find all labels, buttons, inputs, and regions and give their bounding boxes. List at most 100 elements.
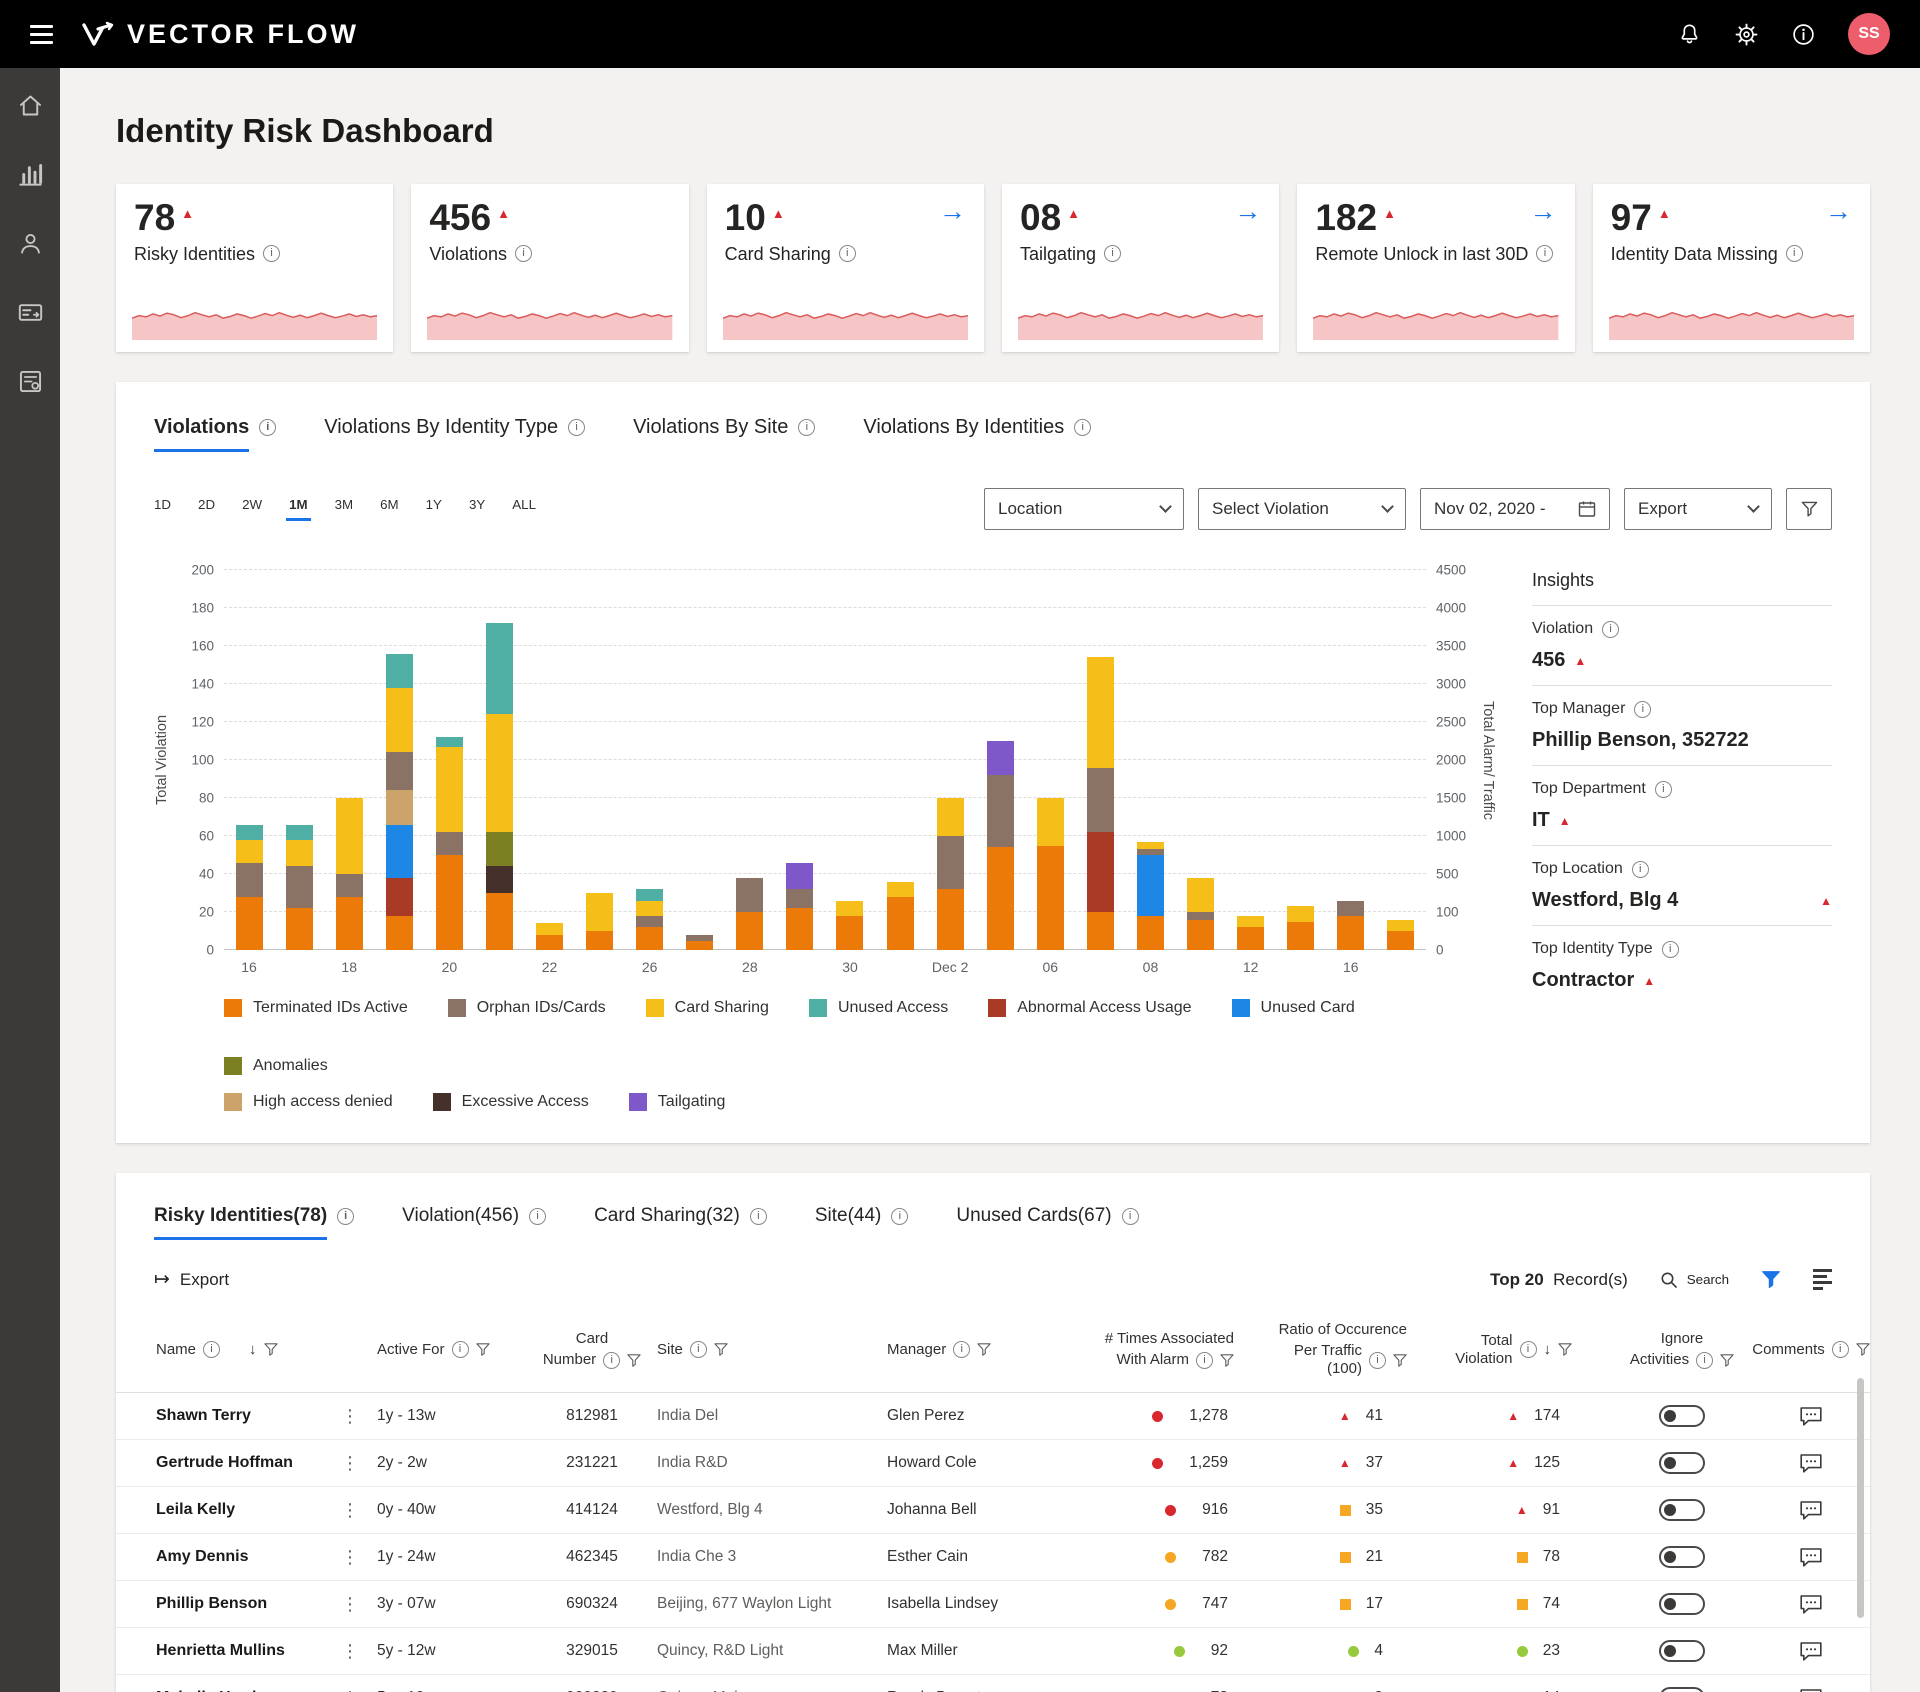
chart-filter-button[interactable] (1786, 488, 1832, 530)
kpi-card[interactable]: 456▲Violationsi (411, 184, 688, 352)
range-2d[interactable]: 2D (198, 497, 215, 521)
kpi-drilldown-arrow[interactable]: → (1234, 198, 1261, 225)
legend-item-tailgating[interactable]: Tailgating (629, 1093, 726, 1111)
sidebar-identities-icon[interactable] (17, 230, 44, 257)
bar-slot[interactable] (474, 623, 524, 950)
bar-slot[interactable] (1276, 906, 1326, 950)
bar-slot[interactable] (1326, 901, 1376, 950)
info-icon[interactable]: i (839, 245, 856, 262)
kpi-card[interactable]: 182▲→Remote Unlock in last 30Di (1297, 184, 1574, 352)
info-icon[interactable]: i (1520, 1341, 1537, 1358)
bar-slot[interactable] (875, 882, 925, 950)
kebab-menu-icon[interactable]: ⋮ (341, 1688, 377, 1692)
tab-site-44[interactable]: Site(44)i (815, 1205, 909, 1240)
info-icon[interactable]: i (1655, 781, 1672, 798)
info-icon[interactable]: i (1196, 1352, 1213, 1369)
range-6m[interactable]: 6M (380, 497, 399, 521)
info-icon[interactable]: i (891, 1208, 908, 1225)
comment-icon[interactable] (1799, 1688, 1823, 1692)
table-filter-button[interactable] (1761, 1270, 1781, 1289)
bar-slot[interactable] (975, 741, 1025, 950)
tab-violation-456[interactable]: Violation(456)i (402, 1205, 546, 1240)
info-icon[interactable]: i (1662, 941, 1679, 958)
sort-desc-icon[interactable]: ↓ (1544, 1341, 1552, 1359)
comment-icon[interactable] (1799, 1500, 1823, 1521)
info-icon[interactable]: i (263, 245, 280, 262)
bar-slot[interactable] (524, 923, 574, 950)
range-1d[interactable]: 1D (154, 497, 171, 521)
kpi-card[interactable]: 10▲→Card Sharingi (707, 184, 984, 352)
sidebar-home-icon[interactable] (17, 92, 44, 119)
kebab-menu-icon[interactable]: ⋮ (341, 1641, 377, 1662)
violation-select[interactable]: Select Violation (1198, 488, 1406, 530)
export-select[interactable]: Export (1624, 488, 1772, 530)
bar-slot[interactable] (1125, 842, 1175, 950)
filter-funnel-icon[interactable] (264, 1343, 278, 1356)
bar-slot[interactable] (925, 798, 975, 950)
info-icon[interactable]: i (452, 1341, 469, 1358)
sidebar-audit-icon[interactable] (17, 368, 44, 395)
export-button[interactable]: ↦ Export (154, 1268, 229, 1291)
legend-item-high_access[interactable]: High access denied (224, 1093, 393, 1111)
bar-slot[interactable] (1025, 798, 1075, 950)
ignore-activities-toggle[interactable] (1659, 1405, 1705, 1427)
filter-funnel-icon[interactable] (476, 1343, 490, 1356)
bar-slot[interactable] (825, 901, 875, 950)
kpi-card[interactable]: 78▲Risky Identitiesi (116, 184, 393, 352)
range-all[interactable]: ALL (512, 497, 536, 521)
ignore-activities-toggle[interactable] (1659, 1593, 1705, 1615)
tab-violations[interactable]: Violationsi (154, 416, 276, 452)
legend-item-orphan[interactable]: Orphan IDs/Cards (448, 999, 606, 1017)
date-picker[interactable]: Nov 02, 2020 - (1420, 488, 1610, 530)
notifications-bell-icon[interactable] (1677, 22, 1702, 47)
ignore-activities-toggle[interactable] (1659, 1499, 1705, 1521)
info-icon[interactable]: i (1602, 621, 1619, 638)
legend-item-abnormal[interactable]: Abnormal Access Usage (988, 999, 1191, 1017)
filter-funnel-icon[interactable] (1856, 1343, 1870, 1356)
kebab-menu-icon[interactable]: ⋮ (341, 1594, 377, 1615)
sidebar-analytics-icon[interactable] (17, 161, 44, 188)
info-icon[interactable]: i (750, 1208, 767, 1225)
ignore-activities-toggle[interactable] (1659, 1687, 1705, 1692)
ignore-activities-toggle[interactable] (1659, 1640, 1705, 1662)
comment-icon[interactable] (1799, 1641, 1823, 1662)
info-icon[interactable]: i (568, 419, 585, 436)
legend-item-excessive[interactable]: Excessive Access (433, 1093, 589, 1111)
kebab-menu-icon[interactable]: ⋮ (341, 1406, 377, 1427)
bar-slot[interactable] (424, 737, 474, 950)
info-icon[interactable]: i (798, 419, 815, 436)
filter-funnel-icon[interactable] (627, 1354, 641, 1367)
info-icon[interactable]: i (203, 1341, 220, 1358)
info-icon[interactable]: i (1632, 861, 1649, 878)
ignore-activities-toggle[interactable] (1659, 1546, 1705, 1568)
legend-item-anomalies[interactable]: Anomalies (224, 1057, 328, 1075)
legend-item-terminated[interactable]: Terminated IDs Active (224, 999, 408, 1017)
range-3m[interactable]: 3M (335, 497, 354, 521)
legend-item-card_sharing[interactable]: Card Sharing (646, 999, 769, 1017)
comment-icon[interactable] (1799, 1594, 1823, 1615)
info-icon[interactable]: i (337, 1208, 354, 1225)
kebab-menu-icon[interactable]: ⋮ (341, 1453, 377, 1474)
info-icon[interactable]: i (1369, 1352, 1386, 1369)
tab-violations-by-site[interactable]: Violations By Sitei (633, 416, 815, 452)
kebab-menu-icon[interactable]: ⋮ (341, 1547, 377, 1568)
kebab-menu-icon[interactable]: ⋮ (341, 1500, 377, 1521)
bar-slot[interactable] (1175, 878, 1225, 950)
comment-icon[interactable] (1799, 1547, 1823, 1568)
bar-slot[interactable] (274, 825, 324, 950)
bar-slot[interactable] (374, 654, 424, 950)
info-icon[interactable]: i (690, 1341, 707, 1358)
kpi-drilldown-arrow[interactable]: → (1825, 198, 1852, 225)
bar-slot[interactable] (675, 935, 725, 950)
legend-item-unused_access[interactable]: Unused Access (809, 999, 948, 1017)
legend-item-unused_card[interactable]: Unused Card (1232, 999, 1355, 1017)
range-3y[interactable]: 3Y (469, 497, 485, 521)
range-2w[interactable]: 2W (242, 497, 262, 521)
bar-slot[interactable] (224, 825, 274, 950)
bar-slot[interactable] (1226, 916, 1276, 950)
filter-funnel-icon[interactable] (1220, 1354, 1234, 1367)
hamburger-menu-icon[interactable] (30, 25, 53, 44)
info-icon[interactable]: i (529, 1208, 546, 1225)
table-scrollbar[interactable] (1857, 1378, 1864, 1618)
bar-slot[interactable] (1075, 657, 1125, 950)
